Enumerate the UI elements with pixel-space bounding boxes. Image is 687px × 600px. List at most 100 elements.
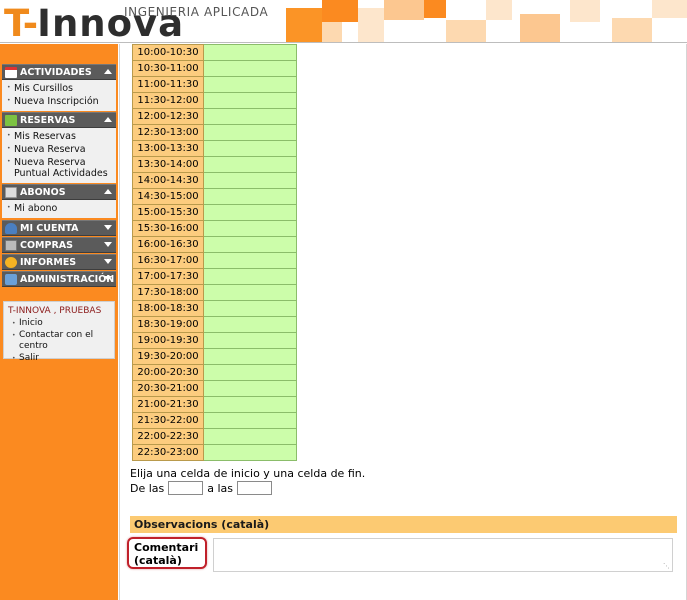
menu-item-mis-cursillos[interactable]: Mis Cursillos [2, 82, 116, 95]
time-slot-cell[interactable] [203, 300, 297, 317]
time-slot-label: 20:00-20:30 [132, 364, 204, 381]
time-slot-label: 11:30-12:00 [132, 92, 204, 109]
time-slot-label: 15:30-16:00 [132, 220, 204, 237]
time-slot-cell[interactable] [203, 332, 297, 349]
header-decoration [446, 20, 486, 42]
time-slot-label: 19:30-20:00 [132, 348, 204, 365]
time-slot-cell[interactable] [203, 268, 297, 285]
comment-label-line2: (català) [134, 554, 182, 567]
time-slot-row: 18:00-18:30 [132, 300, 297, 317]
menu-title: ADMINISTRACIÓN [20, 273, 115, 285]
menu-header-administracion[interactable]: ADMINISTRACIÓN [2, 271, 116, 287]
menu-header-reservas[interactable]: RESERVAS [2, 112, 116, 128]
time-slot-cell[interactable] [203, 364, 297, 381]
menu-abonos: ABONOS Mi abono [2, 184, 116, 218]
time-slot-cell[interactable] [203, 236, 297, 253]
time-slot-label: 11:00-11:30 [132, 76, 204, 93]
content-border [119, 44, 120, 600]
menu-item-mis-reservas[interactable]: Mis Reservas [2, 130, 116, 143]
tools-icon [5, 273, 17, 285]
menu-actividades: ACTIVIDADES Mis Cursillos Nueva Inscripc… [2, 64, 116, 111]
time-slot-row: 19:00-19:30 [132, 332, 297, 349]
chevron-down-icon [104, 242, 112, 247]
comment-textarea[interactable] [213, 538, 673, 572]
time-slot-cell[interactable] [203, 188, 297, 205]
user-box: T-INNOVA , PRUEBAS Inicio Contactar con … [3, 301, 115, 364]
menu-header-compras[interactable]: COMPRAS [2, 237, 116, 253]
menu-administracion: ADMINISTRACIÓN [2, 271, 116, 287]
time-slot-label: 21:30-22:00 [132, 412, 204, 429]
time-slot-row: 13:00-13:30 [132, 140, 297, 157]
header-decoration [322, 22, 342, 42]
time-slot-cell[interactable] [203, 316, 297, 333]
from-label: De las [130, 481, 165, 495]
time-slot-label: 16:30-17:00 [132, 252, 204, 269]
time-slot-cell[interactable] [203, 76, 297, 93]
time-slot-cell[interactable] [203, 108, 297, 125]
time-slot-cell[interactable] [203, 172, 297, 189]
menu-header-actividades[interactable]: ACTIVIDADES [2, 64, 116, 80]
menu-header-abonos[interactable]: ABONOS [2, 184, 116, 200]
time-slot-cell[interactable] [203, 348, 297, 365]
chevron-up-icon [104, 189, 112, 194]
header-decoration [652, 0, 687, 18]
time-slot-cell[interactable] [203, 380, 297, 397]
time-slot-cell[interactable] [203, 156, 297, 173]
time-slot-cell[interactable] [203, 204, 297, 221]
cart-icon [5, 239, 17, 251]
menu-title: MI CUENTA [20, 222, 79, 234]
link-salir[interactable]: Salir [4, 352, 114, 364]
time-slot-cell[interactable] [203, 252, 297, 269]
time-slot-cell[interactable] [203, 284, 297, 301]
menu-body-abonos: Mi abono [2, 200, 116, 218]
card-icon [5, 186, 17, 198]
menu-item-nueva-reserva-puntual[interactable]: Nueva Reserva Puntual Actividades [2, 156, 116, 180]
header-decoration [612, 18, 652, 42]
menu-header-informes[interactable]: INFORMES [2, 254, 116, 270]
header-decoration [358, 8, 384, 42]
menu-header-mi-cuenta[interactable]: MI CUENTA [2, 220, 116, 236]
link-inicio[interactable]: Inicio [4, 317, 114, 329]
time-slot-cell[interactable] [203, 396, 297, 413]
time-slot-row: 16:00-16:30 [132, 236, 297, 253]
to-time-input[interactable] [237, 481, 273, 495]
time-slot-row: 12:30-13:00 [132, 124, 297, 141]
resize-grip-icon[interactable]: ⋱ [663, 563, 670, 570]
time-slot-row: 13:30-14:00 [132, 156, 297, 173]
time-slot-cell[interactable] [203, 444, 297, 461]
sidebar: ACTIVIDADES Mis Cursillos Nueva Inscripc… [0, 44, 118, 600]
time-slot-label: 17:00-17:30 [132, 268, 204, 285]
menu-title: INFORMES [20, 256, 77, 268]
time-slot-cell[interactable] [203, 412, 297, 429]
comment-label: Comentari (català) [127, 537, 207, 569]
menu-title: ACTIVIDADES [20, 66, 92, 78]
header-decoration [424, 0, 446, 18]
time-slot-cell[interactable] [203, 140, 297, 157]
header-decoration [486, 0, 512, 20]
time-slot-label: 19:00-19:30 [132, 332, 204, 349]
menu-item-mi-abono[interactable]: Mi abono [2, 202, 116, 215]
time-slot-cell[interactable] [203, 92, 297, 109]
time-slot-cell[interactable] [203, 124, 297, 141]
menu-item-nueva-inscripcion[interactable]: Nueva Inscripción [2, 95, 116, 108]
from-time-input[interactable] [168, 481, 204, 495]
time-slot-row: 21:00-21:30 [132, 396, 297, 413]
time-slot-row: 17:30-18:00 [132, 284, 297, 301]
time-slot-cell[interactable] [203, 220, 297, 237]
time-slot-row: 14:30-15:00 [132, 188, 297, 205]
header-decoration [570, 0, 600, 22]
time-slot-label: 12:00-12:30 [132, 108, 204, 125]
time-slot-cell[interactable] [203, 44, 297, 61]
observations-section-title: Observacions (català) [130, 516, 677, 533]
time-slot-row: 11:00-11:30 [132, 76, 297, 93]
time-slot-row: 18:30-19:00 [132, 316, 297, 333]
link-contactar[interactable]: Contactar con el centro [4, 329, 114, 352]
logo-text-prefix: T- [4, 2, 38, 44]
time-slot-cell[interactable] [203, 60, 297, 77]
time-slot-row: 14:00-14:30 [132, 172, 297, 189]
menu-title: ABONOS [20, 186, 66, 198]
time-slot-cell[interactable] [203, 428, 297, 445]
menu-body-reservas: Mis Reservas Nueva Reserva Nueva Reserva… [2, 128, 116, 183]
time-slot-label: 15:00-15:30 [132, 204, 204, 221]
menu-item-nueva-reserva[interactable]: Nueva Reserva [2, 143, 116, 156]
